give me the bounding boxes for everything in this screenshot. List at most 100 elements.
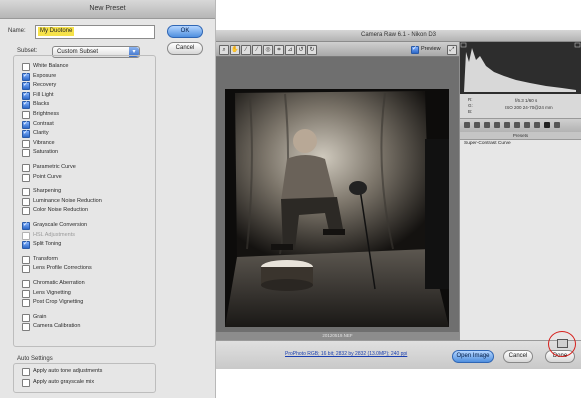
readout-r: R: [468, 97, 473, 102]
presets-tab-icon[interactable] [544, 122, 550, 128]
readout-b: B: [468, 109, 473, 114]
preset-name-value[interactable]: My Duotone [38, 27, 75, 36]
histogram [460, 42, 581, 94]
option-label: Grayscale Conversion [33, 222, 88, 228]
option-label: Apply auto tone adjustments [33, 368, 103, 374]
checkbox-icon[interactable] [22, 63, 30, 71]
checkbox-icon[interactable] [22, 91, 30, 100]
snapshots-tab-icon[interactable] [554, 122, 560, 128]
crop-tool-icon[interactable]: ⌗ [274, 45, 284, 55]
option-label: Clarity [33, 130, 49, 137]
checkbox-icon[interactable] [22, 81, 30, 91]
detail-tab-icon[interactable] [484, 122, 490, 128]
checkbox-icon[interactable] [22, 197, 30, 206]
checkbox-icon[interactable] [22, 240, 30, 250]
workflow-options-link[interactable]: ProPhoto RGB; 16 bit; 2832 by 2832 (13.0… [285, 351, 407, 357]
checkbox-icon[interactable] [22, 149, 30, 158]
checkbox-icon[interactable] [22, 313, 30, 322]
option-label: White Balance [33, 63, 69, 69]
checkbox-icon[interactable] [22, 368, 30, 376]
readout-exposure: f/6.3 1/60 s [515, 98, 538, 103]
option-label: Fill Light [33, 91, 54, 98]
camera-readout: R: G: B: f/6.3 1/60 s ISO 200 24-70@24 m… [460, 94, 581, 118]
auto-settings-label: Auto Settings [17, 356, 53, 362]
option-label: Color Noise Reduction [33, 207, 89, 214]
tone-curve-tab-icon[interactable] [474, 122, 480, 128]
option-label: Luminance Noise Reduction [33, 197, 102, 204]
checkbox-icon[interactable] [22, 173, 30, 182]
checkbox-icon[interactable] [22, 139, 30, 148]
option-label: Point Curve [33, 173, 62, 180]
option-label: Parametric Curve [33, 164, 76, 170]
rotate-right-icon[interactable]: ↻ [307, 45, 317, 55]
checkbox-icon[interactable] [22, 72, 30, 81]
option-label: Brightness [33, 111, 59, 117]
preview-check-icon[interactable] [411, 45, 419, 54]
presets-header: Presets [460, 132, 581, 140]
checkbox-icon[interactable] [22, 207, 30, 216]
fullscreen-icon[interactable]: ⤢ [447, 45, 457, 55]
checkbox-icon[interactable] [22, 265, 30, 274]
checkbox-icon [22, 231, 30, 240]
preset-list-item[interactable]: Super-Contrast Curve [464, 141, 511, 146]
option-label: Apply auto grayscale mix [33, 379, 95, 385]
calibration-tab-icon[interactable] [534, 122, 540, 128]
name-label: Name: [8, 28, 26, 34]
ok-button[interactable]: OK [167, 25, 203, 38]
basic-tab-icon[interactable] [464, 122, 470, 128]
checkbox-icon[interactable] [22, 188, 30, 197]
checkbox-icon[interactable] [22, 255, 30, 264]
checkbox-icon[interactable] [22, 221, 30, 230]
preview-label: Preview [421, 46, 441, 52]
option-label: Contrast [33, 120, 54, 127]
target-adjustment-icon[interactable]: ◎ [263, 45, 273, 55]
cancel-button[interactable]: Cancel [167, 42, 203, 55]
white-balance-tool-icon[interactable]: ⁄ [241, 45, 251, 55]
hsl-tab-icon[interactable] [494, 122, 500, 128]
lens-tab-icon[interactable] [514, 122, 520, 128]
option-label: Saturation [33, 149, 59, 156]
checkbox-icon[interactable] [22, 379, 30, 387]
checkbox-icon[interactable] [22, 120, 30, 129]
option-label: Lens Vignetting [33, 289, 71, 296]
new-preset-dialog: New Preset Name: My Duotone OK Cancel Su… [0, 0, 216, 398]
option-label: Exposure [33, 72, 57, 79]
readout-g: G: [468, 103, 473, 108]
option-label: Camera Calibration [33, 323, 81, 330]
checkbox-icon[interactable] [22, 129, 30, 139]
hand-tool-icon[interactable]: ✋ [230, 45, 240, 55]
option-label: Blacks [33, 101, 50, 108]
option-label: Vibrance [33, 139, 55, 146]
open-image-button[interactable]: Open Image [452, 350, 494, 363]
split-toning-tab-icon[interactable] [504, 122, 510, 128]
option-label: HSL Adjustments [33, 231, 75, 238]
option-label: Transform [33, 255, 58, 262]
checkbox-icon[interactable] [22, 111, 30, 119]
straighten-tool-icon[interactable]: ⊿ [285, 45, 295, 55]
color-sampler-icon[interactable]: ⁄ [252, 45, 262, 55]
checkbox-icon[interactable] [22, 289, 30, 298]
checkbox-icon[interactable] [22, 280, 30, 288]
zoom-tool-icon[interactable]: ⌕ [219, 45, 229, 55]
option-label: Recovery [33, 82, 57, 89]
filename-bar: 20120519.NEF [216, 332, 459, 340]
effects-tab-icon[interactable] [524, 122, 530, 128]
checkbox-icon[interactable] [22, 164, 30, 172]
highlight-circle [548, 331, 576, 357]
rotate-left-icon[interactable]: ↺ [296, 45, 306, 55]
subset-label: Subset: [17, 48, 38, 54]
checkbox-icon[interactable] [22, 100, 30, 110]
cr-cancel-button[interactable]: Cancel [503, 350, 533, 363]
checkbox-icon[interactable] [22, 299, 30, 308]
readout-iso-lens: ISO 200 24-70@24 mm [505, 105, 553, 110]
dialog-title: New Preset [0, 0, 215, 19]
option-label: Sharpening [33, 188, 62, 195]
photo-preview [225, 89, 449, 327]
checkbox-icon[interactable] [22, 323, 30, 332]
window-title: Camera Raw 6.1 - Nikon D3 [216, 30, 581, 42]
option-label: Split Toning [33, 241, 62, 248]
option-label: Lens Profile Corrections [33, 265, 92, 272]
preset-name-input[interactable]: My Duotone [35, 25, 155, 39]
option-label: Grain [33, 313, 47, 320]
option-label: Chromatic Aberration [33, 280, 85, 286]
